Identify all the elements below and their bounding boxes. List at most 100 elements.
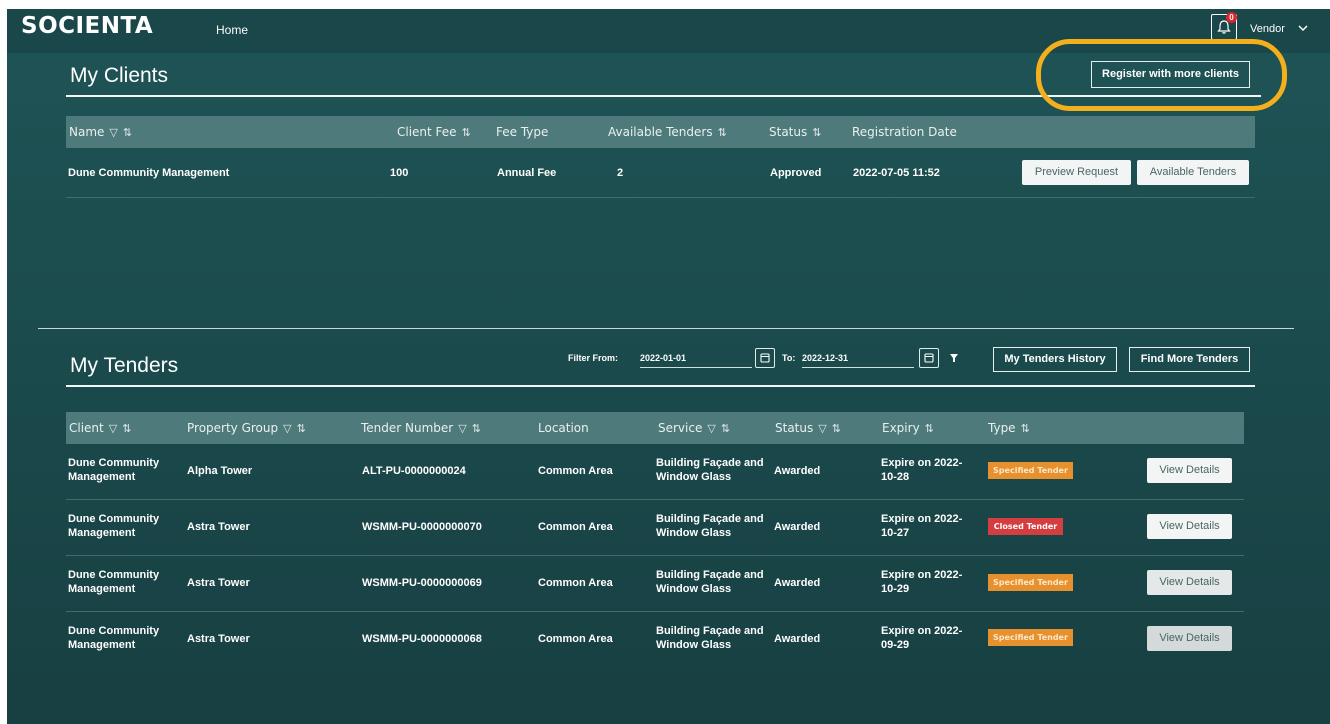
- filter-from-calendar-button[interactable]: [755, 348, 775, 368]
- tender-number: WSMM-PU-0000000068: [362, 633, 482, 645]
- filter-to-input[interactable]: 2022-12-31: [802, 348, 914, 368]
- expiry-line-2: 10-29: [881, 583, 910, 595]
- sort-icon[interactable]: ⇅: [462, 126, 471, 139]
- tender-property-group: Astra Tower: [187, 633, 250, 645]
- service-line-2: Window Glass: [656, 471, 732, 483]
- sort-icon[interactable]: ⇅: [297, 422, 306, 435]
- title-underline: [66, 385, 1255, 387]
- view-details-button[interactable]: View Details: [1147, 514, 1232, 539]
- available-tenders-button[interactable]: Available Tenders: [1137, 160, 1249, 185]
- service-line-2: Window Glass: [656, 583, 732, 595]
- my-tenders-history-button[interactable]: My Tenders History: [993, 347, 1117, 372]
- filter-icon[interactable]: [949, 353, 959, 363]
- col-location: Location: [538, 421, 589, 435]
- filter-icon[interactable]: ▽: [109, 422, 117, 435]
- service-line-1: Building Façade and: [656, 457, 764, 469]
- col-label: Type: [988, 421, 1016, 435]
- client-line-1: Dune Community: [68, 569, 160, 581]
- filter-icon[interactable]: ▽: [458, 422, 466, 435]
- col-label: Status: [769, 125, 808, 139]
- sort-icon[interactable]: ⇅: [832, 422, 841, 435]
- service-line-2: Window Glass: [656, 527, 732, 539]
- col-label: Client: [69, 421, 104, 435]
- view-details-button[interactable]: View Details: [1147, 570, 1232, 595]
- col-label: Status: [775, 421, 814, 435]
- tender-service: Building Façade and Window Glass: [656, 624, 764, 652]
- user-menu[interactable]: Vendor: [1250, 23, 1285, 35]
- sort-icon[interactable]: ⇅: [925, 422, 934, 435]
- sort-icon[interactable]: ⇅: [122, 422, 131, 435]
- sort-icon[interactable]: ⇅: [721, 422, 730, 435]
- expiry-line-1: Expire on 2022-: [881, 625, 963, 637]
- filter-icon[interactable]: ▽: [818, 422, 826, 435]
- expiry-line-1: Expire on 2022-: [881, 457, 963, 469]
- view-details-button[interactable]: View Details: [1147, 458, 1232, 483]
- tender-client: Dune Community Management: [68, 568, 159, 596]
- notification-bell-button[interactable]: 0: [1211, 12, 1237, 40]
- tender-type-badge: Closed Tender: [988, 518, 1063, 535]
- logo[interactable]: SOCIENTA: [21, 13, 153, 39]
- filter-to-calendar-button[interactable]: [919, 348, 939, 368]
- sort-icon[interactable]: ⇅: [472, 422, 481, 435]
- col-service[interactable]: Service ▽ ⇅: [658, 421, 730, 435]
- nav-home-link[interactable]: Home: [216, 23, 248, 37]
- preview-request-button[interactable]: Preview Request: [1022, 160, 1131, 185]
- sort-icon[interactable]: ⇅: [812, 126, 821, 139]
- client-fee: 100: [390, 167, 409, 179]
- tender-property-group: Astra Tower: [187, 577, 250, 589]
- fee-type: Annual Fee: [497, 167, 557, 179]
- tender-status: Awarded: [774, 633, 821, 645]
- client-line-1: Dune Community: [68, 513, 160, 525]
- col-type[interactable]: Type ⇅: [988, 421, 1030, 435]
- sort-icon[interactable]: ⇅: [1021, 422, 1030, 435]
- client-line-2: Management: [68, 471, 136, 483]
- col-name[interactable]: Name ▽ ⇅: [69, 125, 132, 139]
- tender-type-badge: Specified Tender: [988, 629, 1073, 646]
- col-status[interactable]: Status ⇅: [769, 125, 821, 139]
- service-line-1: Building Façade and: [656, 625, 764, 637]
- col-label: Service: [658, 421, 703, 435]
- tender-number: WSMM-PU-0000000070: [362, 521, 482, 533]
- filter-from-label: Filter From:: [568, 353, 619, 363]
- view-details-button[interactable]: View Details: [1147, 626, 1232, 651]
- col-available-tenders[interactable]: Available Tenders ⇅: [608, 125, 727, 139]
- tender-client: Dune Community Management: [68, 456, 159, 484]
- filter-icon[interactable]: ▽: [283, 422, 291, 435]
- col-status[interactable]: Status ▽ ⇅: [775, 421, 841, 435]
- expiry-line-2: 10-27: [881, 527, 910, 539]
- filter-to-value: 2022-12-31: [802, 353, 849, 363]
- col-client-fee[interactable]: Client Fee ⇅: [397, 125, 471, 139]
- client-status: Approved: [770, 167, 822, 179]
- tender-location: Common Area: [538, 521, 613, 533]
- filter-from-input[interactable]: 2022-01-01: [640, 348, 752, 368]
- filter-icon[interactable]: ▽: [707, 422, 715, 435]
- tenders-table-header: Client ▽ ⇅ Property Group ▽ ⇅ Tender Number ▽…: [66, 412, 1244, 444]
- col-property-group[interactable]: Property Group ▽ ⇅: [187, 421, 306, 435]
- client-line-1: Dune Community: [68, 625, 160, 637]
- sort-icon[interactable]: ⇅: [718, 126, 727, 139]
- tender-expiry: Expire on 2022- 10-28: [881, 456, 962, 484]
- col-tender-number[interactable]: Tender Number ▽ ⇅: [361, 421, 481, 435]
- col-registration-date: Registration Date: [852, 125, 957, 139]
- tender-type-badge: Specified Tender: [988, 574, 1073, 591]
- filter-to-label: To:: [782, 353, 796, 363]
- col-label: Registration Date: [852, 125, 957, 139]
- row-divider: [66, 555, 1244, 556]
- row-divider: [66, 499, 1244, 500]
- client-line-1: Dune Community: [68, 457, 160, 469]
- available-tenders-count: 2: [617, 167, 624, 179]
- find-more-tenders-button[interactable]: Find More Tenders: [1129, 347, 1250, 372]
- filter-icon[interactable]: ▽: [109, 126, 117, 139]
- tender-service: Building Façade and Window Glass: [656, 456, 764, 484]
- client-line-2: Management: [68, 639, 136, 651]
- tender-service: Building Façade and Window Glass: [656, 568, 764, 596]
- chevron-down-icon[interactable]: [1297, 22, 1309, 34]
- client-name: Dune Community Management: [68, 167, 230, 179]
- row-divider: [66, 197, 1255, 198]
- sort-icon[interactable]: ⇅: [123, 126, 132, 139]
- col-label: Tender Number: [361, 421, 454, 435]
- tender-client: Dune Community Management: [68, 624, 159, 652]
- col-client[interactable]: Client ▽ ⇅: [69, 421, 131, 435]
- col-expiry[interactable]: Expiry ⇅: [882, 421, 934, 435]
- tender-location: Common Area: [538, 465, 613, 477]
